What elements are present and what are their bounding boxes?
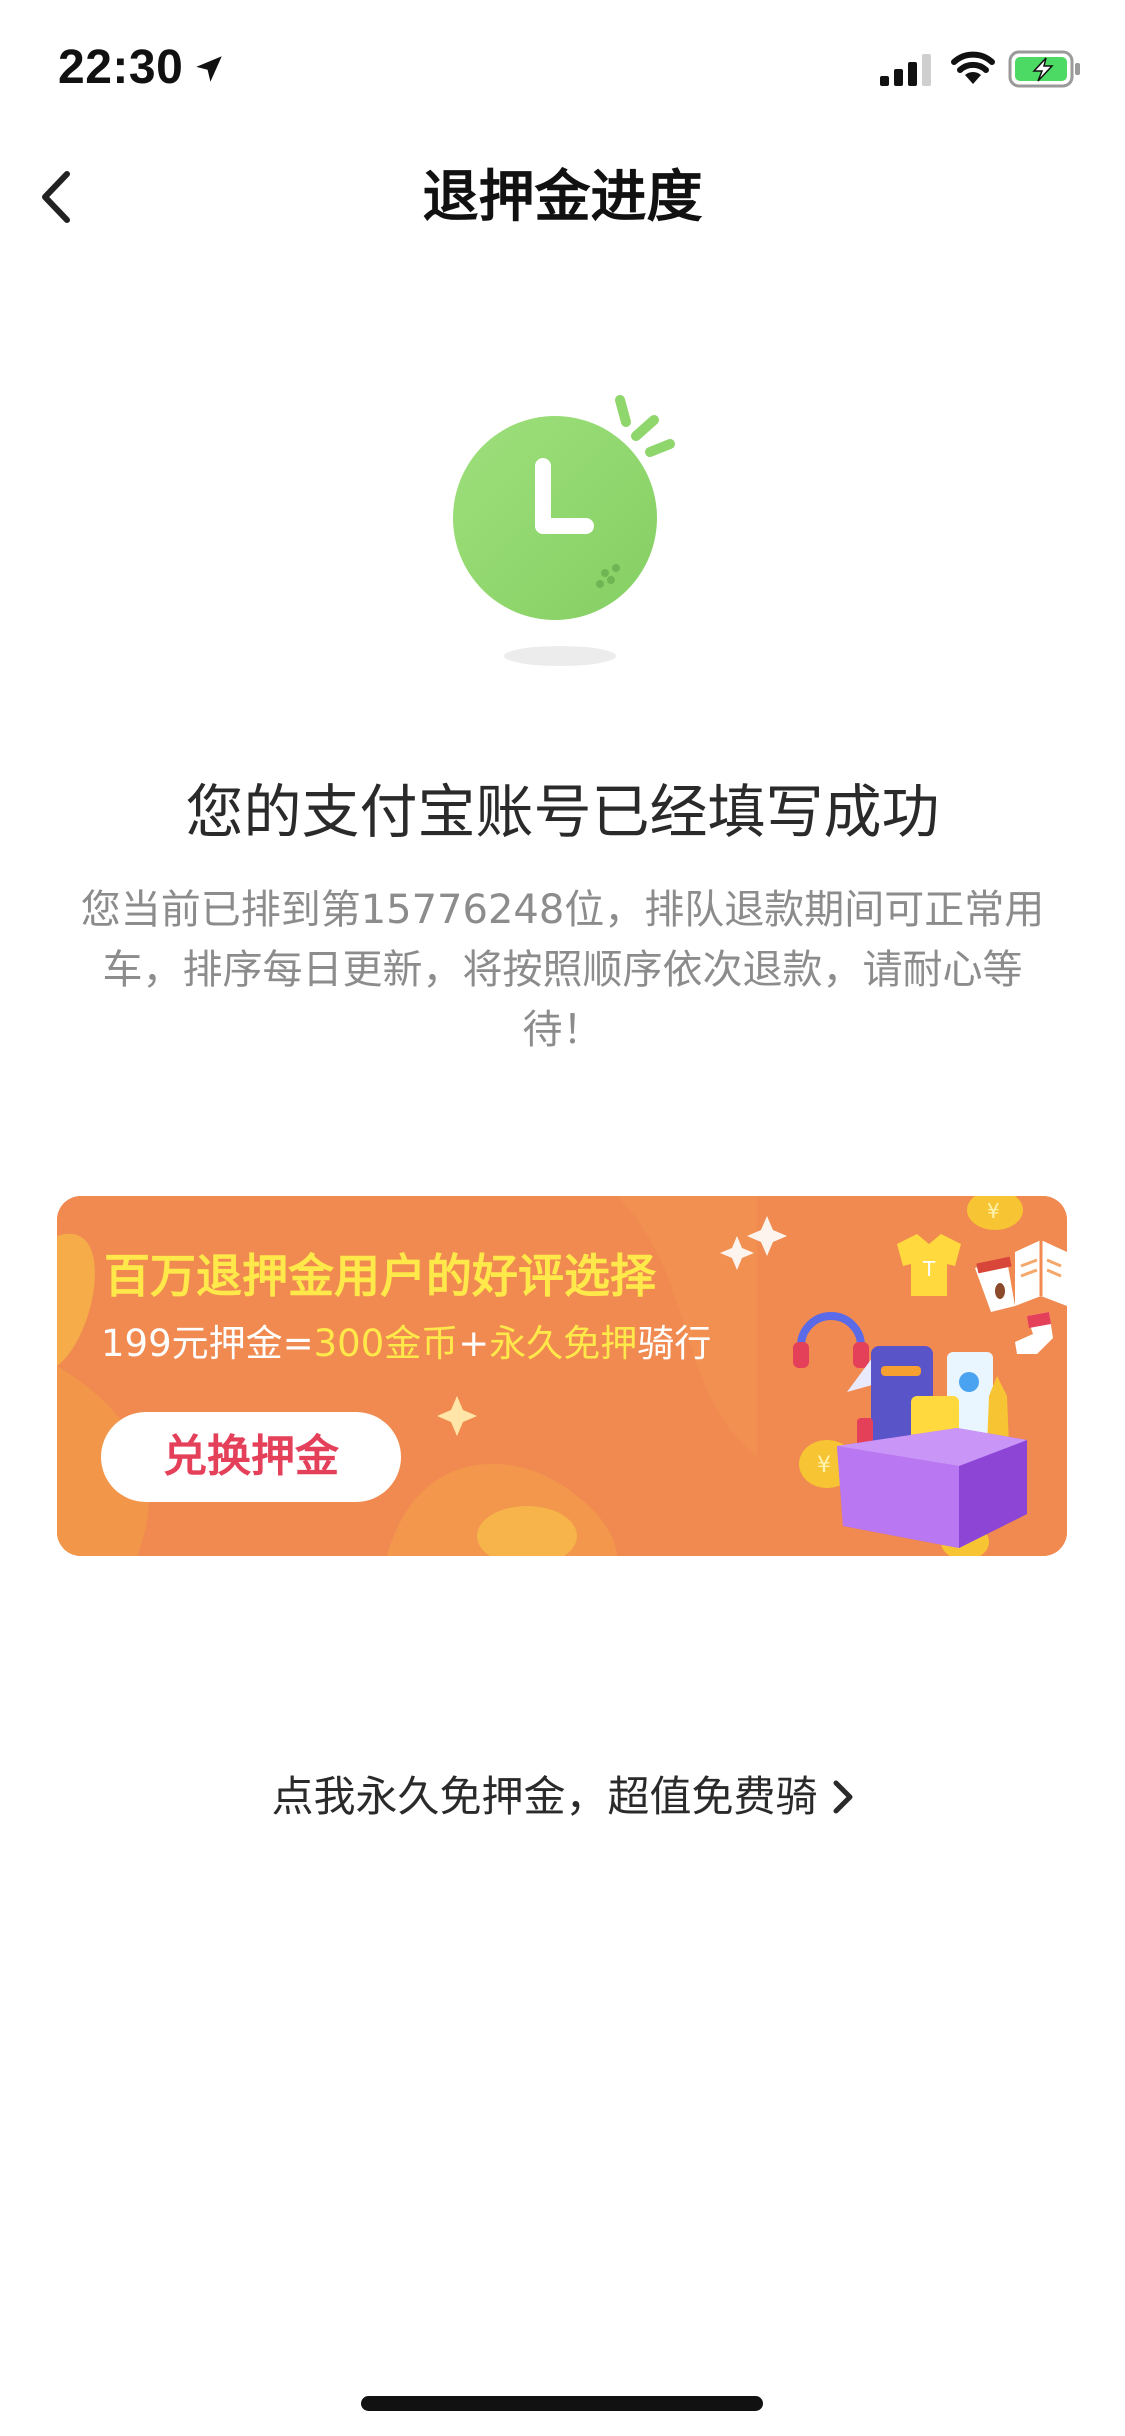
queue-description: 您当前已排到第15776248位，排队退款期间可正常用车，排序每日更新，将按照顺… bbox=[80, 887, 1045, 1053]
chevron-right-icon bbox=[833, 1780, 852, 1813]
svg-text:¥: ¥ bbox=[817, 1453, 831, 1478]
gift-box-icon: ¥ T ¥ bbox=[793, 1196, 1067, 1556]
location-arrow-icon bbox=[196, 56, 222, 82]
svg-text:¥: ¥ bbox=[987, 1199, 1000, 1223]
page-title: 退押金进度 bbox=[422, 165, 703, 230]
battery-charging-icon bbox=[1008, 50, 1080, 88]
clock-icon bbox=[453, 395, 675, 666]
nav-bar: 退押金进度 bbox=[0, 132, 1125, 262]
subline-deposit-text: 199元押金= bbox=[101, 1322, 314, 1365]
exchange-deposit-button[interactable]: 兑换押金 bbox=[101, 1412, 401, 1502]
free-deposit-link[interactable]: 点我永久免押金，超值免费骑 bbox=[0, 1765, 1125, 1829]
subline-plus-text: + bbox=[458, 1322, 490, 1365]
cellular-signal-icon bbox=[880, 54, 931, 86]
status-time: 22:30 bbox=[58, 41, 184, 94]
wifi-icon bbox=[951, 51, 995, 84]
free-deposit-label: 点我永久免押金，超值免费骑 bbox=[271, 1772, 818, 1821]
banner-subline: 199元押金=300金币+永久免押骑行 bbox=[101, 1316, 711, 1372]
home-indicator[interactable] bbox=[361, 2396, 763, 2411]
subline-coins-text: 300金币 bbox=[313, 1322, 459, 1365]
svg-text:T: T bbox=[922, 1257, 936, 1281]
success-title: 您的支付宝账号已经填写成功 bbox=[185, 778, 940, 846]
status-bar: 22:30 bbox=[0, 0, 1125, 132]
subline-free-deposit-text: 永久免押 bbox=[489, 1322, 638, 1365]
promo-banner[interactable]: 百万退押金用户的好评选择 199元押金=300金币+永久免押骑行 兑换押金 ¥ … bbox=[57, 1196, 1067, 1556]
banner-headline: 百万退押金用户的好评选择 bbox=[104, 1249, 656, 1303]
